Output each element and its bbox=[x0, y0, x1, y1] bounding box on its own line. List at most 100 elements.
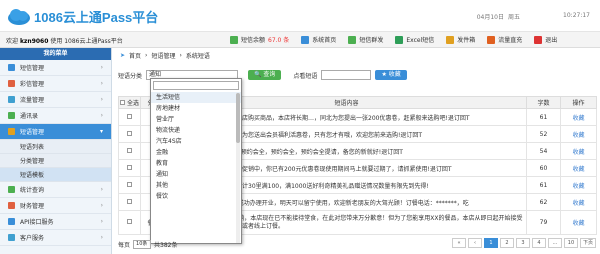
sidebar-item[interactable]: API接口服务 › bbox=[0, 214, 111, 230]
row-count: 61 bbox=[526, 108, 561, 126]
menu-icon bbox=[8, 64, 15, 71]
favorite-link[interactable]: 收藏 bbox=[560, 159, 597, 177]
row-checkbox[interactable] bbox=[127, 198, 132, 204]
app-title: 1086云上通Pass平台 bbox=[34, 10, 159, 25]
toolbar-exit-button[interactable]: 退出 bbox=[534, 35, 557, 44]
pagination: 每页 10条 共382条 «‹ 1 2 3 4... 10 下页 bbox=[118, 238, 596, 250]
chevron-icon: › bbox=[100, 202, 103, 209]
dropdown-option[interactable]: 营业厅 bbox=[151, 114, 241, 125]
dropdown-option[interactable]: 物流快递 bbox=[151, 125, 241, 136]
breadcrumb-l2[interactable]: 短语管理 bbox=[151, 51, 175, 60]
total-count: 共382条 bbox=[154, 241, 178, 249]
dropdown-option[interactable]: 房地建材 bbox=[151, 103, 241, 114]
row-checkbox[interactable] bbox=[127, 130, 132, 136]
toolbar-sms-balance-button[interactable]: 短信余额 67.0 条 bbox=[230, 35, 289, 44]
query-button[interactable]: 🔍 查询 bbox=[248, 70, 282, 80]
dropdown-option[interactable]: 通知 bbox=[151, 169, 241, 180]
page-button[interactable]: 2 bbox=[499, 238, 514, 248]
favorite-link[interactable]: 收藏 bbox=[560, 108, 597, 126]
category-dropdown[interactable]: 生活短信 房地建材 营业厅 物流快递 汽车4S店 金融 教育 通知 其他 餐饮 bbox=[150, 78, 242, 244]
toolbar-home-button[interactable]: 系统首页 bbox=[301, 35, 336, 44]
dropdown-option[interactable]: 其他 bbox=[151, 180, 241, 191]
page-button[interactable]: ‹ bbox=[467, 238, 482, 248]
dropdown-search-input[interactable] bbox=[153, 81, 239, 90]
row-checkbox[interactable] bbox=[127, 219, 132, 224]
page-button[interactable]: 下页 bbox=[579, 238, 596, 248]
sms-balance-icon bbox=[230, 35, 238, 44]
sidebar-subitem[interactable]: 短语列表 bbox=[0, 140, 111, 154]
breadcrumb-home[interactable]: 首页 bbox=[129, 51, 141, 60]
header-weekday: 周五 bbox=[507, 14, 520, 21]
broadcast-icon bbox=[348, 35, 357, 44]
menu-icon bbox=[8, 96, 15, 103]
dropdown-option[interactable]: 金融 bbox=[151, 147, 241, 158]
page-button[interactable]: ... bbox=[547, 238, 562, 248]
favorite-link[interactable]: 收藏 bbox=[560, 125, 597, 143]
app-header: 1086云上通Pass平台 04月10日 周五 10:27:17 bbox=[0, 0, 600, 32]
sms-balance-count: 67.0 条 bbox=[268, 37, 290, 44]
sidebar-item[interactable]: 流量管理 › bbox=[0, 92, 111, 108]
chevron-icon: › bbox=[100, 234, 103, 241]
chevron-icon: ▾ bbox=[99, 128, 103, 135]
menu-icon bbox=[8, 218, 15, 225]
toolbar-broadcast-button[interactable]: 短信群发 bbox=[348, 35, 383, 44]
page-button[interactable]: 3 bbox=[515, 238, 530, 248]
sidebar-item[interactable]: 客户服务 › bbox=[0, 230, 111, 246]
outbox-icon bbox=[446, 35, 455, 44]
category-label: 短语分类 bbox=[118, 72, 143, 80]
favorite-link[interactable]: 收藏 bbox=[560, 176, 597, 194]
select-all-header[interactable]: 全选 bbox=[118, 96, 141, 109]
sidebar-item[interactable]: 短语管理 ▾ bbox=[0, 124, 111, 140]
keyword-label: 点看短语 bbox=[293, 72, 318, 80]
keyword-input[interactable] bbox=[321, 70, 372, 80]
send-icon: ➤ bbox=[120, 51, 126, 59]
page-button[interactable]: 4 bbox=[531, 238, 546, 248]
dropdown-option[interactable]: 生活短信 bbox=[151, 92, 241, 103]
chevron-icon: › bbox=[100, 64, 103, 71]
sidebar-item[interactable]: 财务管理 › bbox=[0, 198, 111, 214]
dropdown-option[interactable]: 教育 bbox=[151, 158, 241, 169]
toolbar-traffic-button[interactable]: 流量直充 bbox=[487, 35, 522, 44]
sidebar-item[interactable]: 彩信管理 › bbox=[0, 76, 111, 92]
sidebar-subitem[interactable]: 分类管理 bbox=[0, 154, 111, 168]
dropdown-option[interactable]: 餐饮 bbox=[151, 191, 241, 202]
row-count: 61 bbox=[526, 176, 561, 194]
favorite-button[interactable]: ★ 收藏 bbox=[375, 70, 407, 80]
header-time: 10:27:17 bbox=[563, 12, 590, 19]
select-all-checkbox[interactable] bbox=[120, 100, 126, 105]
home-icon bbox=[301, 35, 310, 44]
favorite-link[interactable]: 收藏 bbox=[560, 142, 597, 160]
menu-icon bbox=[8, 80, 15, 87]
menu-icon bbox=[8, 202, 15, 209]
traffic-icon bbox=[487, 35, 496, 44]
sidebar-item[interactable]: 统计查询 › bbox=[0, 182, 111, 198]
toolbar-outbox-button[interactable]: 发件箱 bbox=[446, 35, 475, 44]
page-button[interactable]: « bbox=[451, 238, 466, 248]
per-page-label: 每页 bbox=[118, 241, 131, 249]
per-page-select[interactable]: 10条 bbox=[133, 239, 152, 249]
sidebar-item[interactable]: 短信管理 › bbox=[0, 60, 111, 76]
dropdown-option[interactable]: 汽车4S店 bbox=[151, 136, 241, 147]
count-header: 字数 bbox=[526, 96, 561, 109]
toolbar: 欢迎 kzn9060 使用 1086云上通Pass平台 短信余额 67.0 条 系… bbox=[0, 32, 600, 48]
menu-title: 我的菜单 bbox=[0, 48, 111, 60]
header-date: 04月10日 bbox=[476, 14, 504, 21]
sidebar-item[interactable]: 通讯录 › bbox=[0, 108, 111, 124]
toolbar-excel-button[interactable]: Excel短信 bbox=[395, 35, 434, 44]
page-button[interactable]: 1 bbox=[483, 238, 498, 248]
row-checkbox[interactable] bbox=[127, 113, 132, 119]
favorite-link[interactable]: 收藏 bbox=[560, 193, 597, 211]
menu-icon bbox=[8, 112, 15, 119]
row-checkbox[interactable] bbox=[127, 147, 132, 153]
menu-icon bbox=[8, 234, 15, 241]
row-count: 52 bbox=[526, 125, 561, 143]
cloud-logo-icon bbox=[8, 9, 30, 25]
row-checkbox[interactable] bbox=[127, 164, 132, 170]
page-button[interactable]: 10 bbox=[563, 238, 578, 248]
sidebar-subitem[interactable]: 短语模板 bbox=[0, 168, 111, 182]
favorite-link[interactable]: 收藏 bbox=[560, 210, 597, 235]
row-checkbox[interactable] bbox=[127, 181, 132, 187]
chevron-icon: › bbox=[100, 218, 103, 225]
exit-icon bbox=[534, 35, 543, 44]
dropdown-scroll-thumb[interactable] bbox=[236, 93, 240, 143]
